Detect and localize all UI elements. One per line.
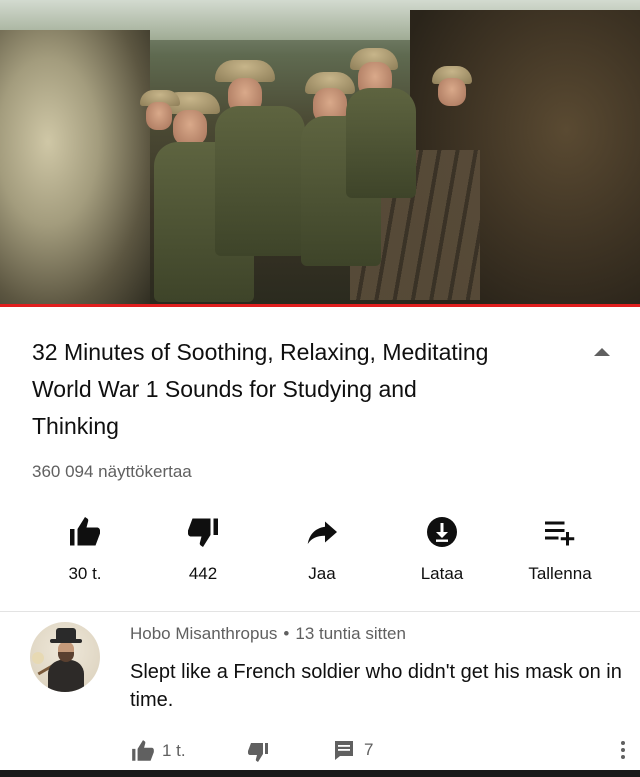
video-title: 32 Minutes of Soothing, Relaxing, Medita… bbox=[32, 339, 489, 439]
comment-dislike-button[interactable] bbox=[246, 740, 270, 769]
expand-description-button[interactable] bbox=[590, 344, 614, 362]
thumbs-down-icon bbox=[248, 743, 268, 762]
like-count: 30 t. bbox=[68, 564, 102, 583]
thumbnail-sandbags bbox=[0, 30, 150, 306]
comment-meta: Hobo Misanthropus • 13 tuntia sitten bbox=[130, 624, 406, 644]
comment-like-button[interactable]: 1 t. bbox=[130, 738, 186, 764]
video-thumbnail[interactable] bbox=[0, 0, 640, 306]
like-button[interactable]: 30 t. bbox=[30, 510, 140, 590]
save-button[interactable]: Tallenna bbox=[505, 510, 615, 590]
action-bar: 30 t. 442 Jaa Lataa Tallenna bbox=[0, 510, 640, 590]
comment-time: 13 tuntia sitten bbox=[295, 624, 406, 643]
thumbs-up-icon bbox=[132, 740, 154, 761]
share-icon bbox=[307, 521, 337, 544]
progress-bar[interactable] bbox=[0, 304, 640, 307]
download-label: Lataa bbox=[420, 564, 464, 583]
download-button[interactable]: Lataa bbox=[387, 510, 497, 590]
comment-actions: 1 t. 7 bbox=[130, 738, 630, 768]
avatar[interactable] bbox=[30, 622, 100, 692]
comment-author[interactable]: Hobo Misanthropus bbox=[130, 624, 277, 643]
divider bbox=[0, 611, 640, 612]
share-button[interactable]: Jaa bbox=[267, 510, 377, 590]
comment-reply-count: 7 bbox=[364, 740, 374, 759]
more-options-button[interactable] bbox=[618, 738, 628, 764]
view-count: 360 094 näyttökertaa bbox=[32, 462, 192, 481]
video-title-block: 32 Minutes of Soothing, Relaxing, Medita… bbox=[32, 334, 502, 445]
comment-text: Slept like a French soldier who didn't g… bbox=[130, 661, 622, 711]
save-label: Tallenna bbox=[528, 564, 592, 583]
thumbs-up-icon bbox=[70, 517, 100, 546]
thumbs-down-icon bbox=[188, 518, 218, 547]
share-label: Jaa bbox=[308, 564, 336, 583]
dislike-button[interactable]: 442 bbox=[148, 510, 258, 590]
dislike-count: 442 bbox=[188, 564, 218, 583]
reply-icon bbox=[335, 741, 353, 760]
comment-like-count: 1 t. bbox=[162, 741, 186, 760]
save-playlist-icon bbox=[545, 521, 575, 546]
download-icon bbox=[427, 517, 457, 547]
comment-reply-button[interactable]: 7 bbox=[332, 738, 373, 762]
bottom-bar bbox=[0, 770, 640, 777]
meta-separator: • bbox=[283, 624, 290, 643]
